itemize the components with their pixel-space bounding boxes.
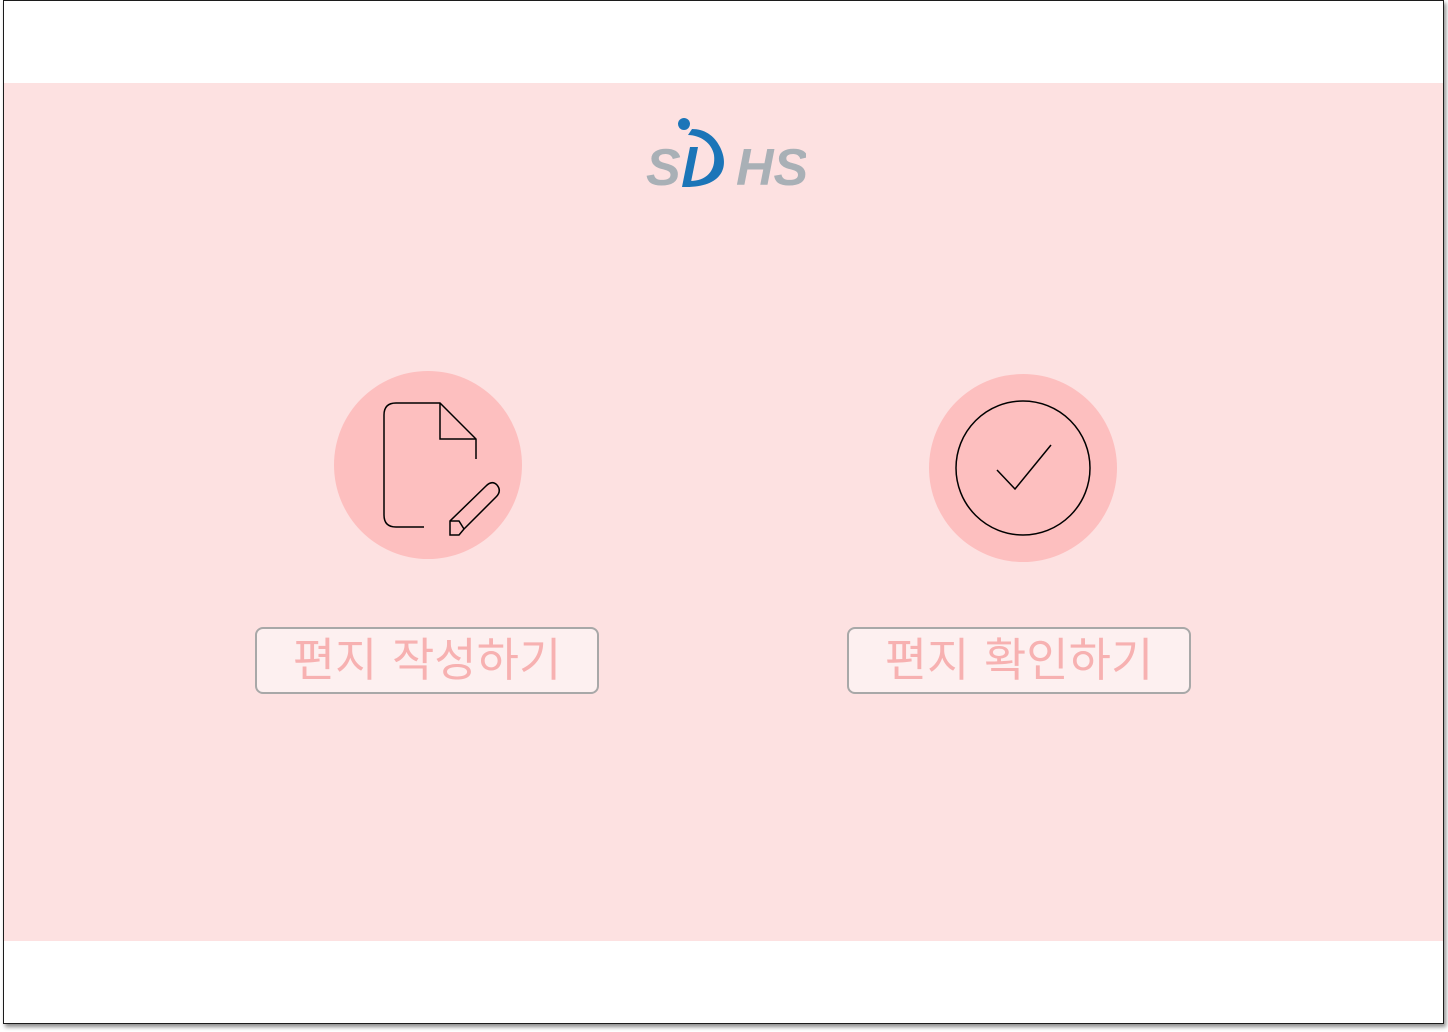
write-icon-circle[interactable] xyxy=(334,371,522,559)
document-edit-icon xyxy=(383,402,500,536)
write-letter-button[interactable]: 편지 작성하기 xyxy=(255,627,599,694)
check-letter-button[interactable]: 편지 확인하기 xyxy=(847,627,1191,694)
main-content: S HS 편지 작성하기 편지 확인하기 xyxy=(4,83,1443,941)
check-letter-action xyxy=(929,374,1117,562)
svg-text:S: S xyxy=(646,139,681,193)
sdhs-logo: S HS xyxy=(646,118,806,193)
check-circle-icon xyxy=(955,400,1091,536)
check-icon-circle[interactable] xyxy=(929,374,1117,562)
svg-text:HS: HS xyxy=(736,139,806,193)
write-letter-action xyxy=(334,371,522,559)
app-window: S HS 편지 작성하기 편지 확인하기 xyxy=(3,0,1444,1024)
